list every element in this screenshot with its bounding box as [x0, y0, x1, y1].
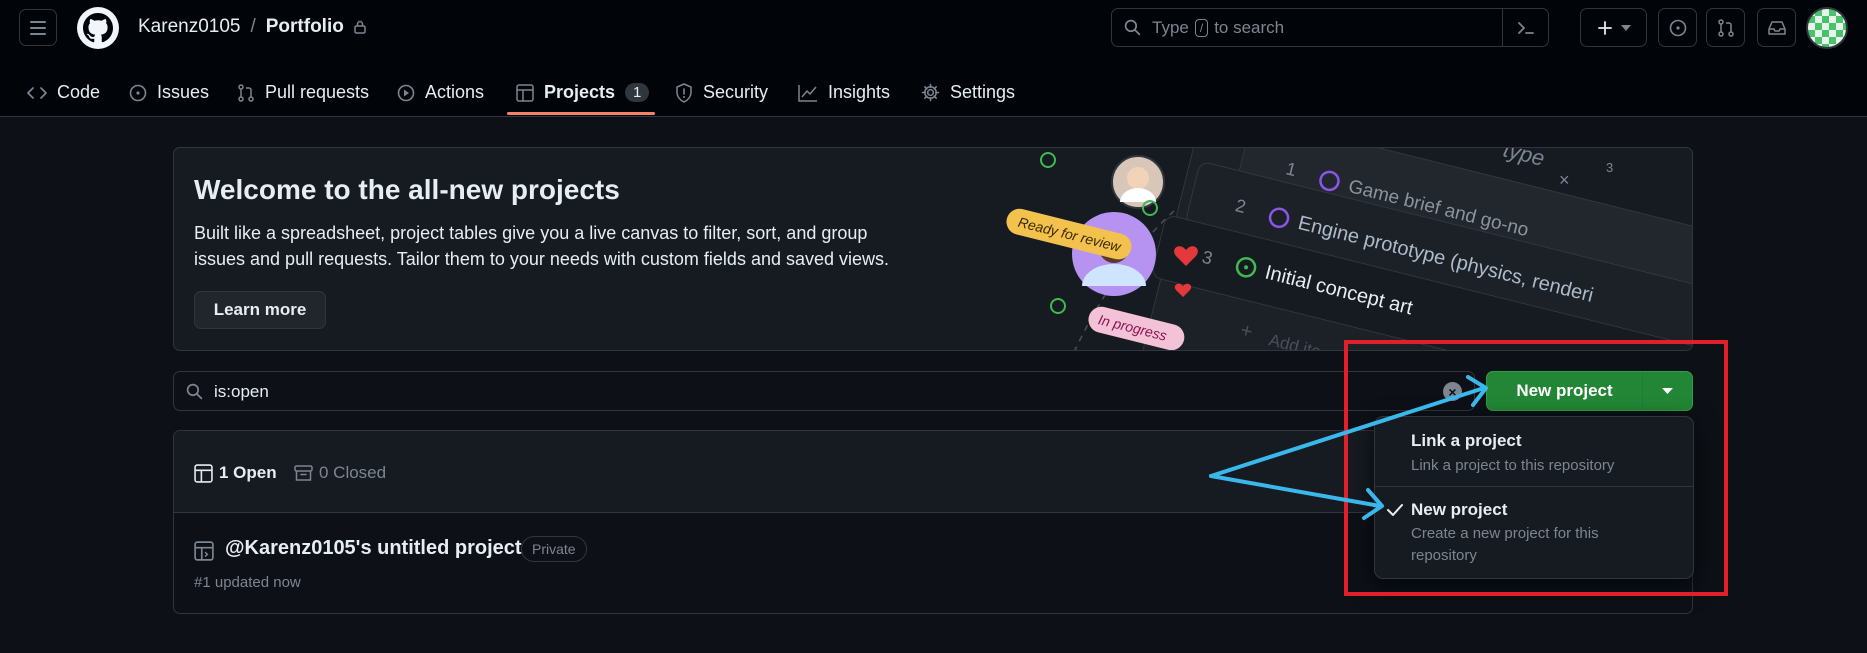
filter-value: is:open [214, 382, 269, 401]
tab-pull-requests[interactable]: Pull requests [237, 68, 369, 117]
tab-label: Code [57, 82, 101, 102]
open-projects-filter[interactable]: 1 Open [194, 463, 277, 483]
pull-request-icon [1717, 18, 1734, 37]
visibility-badge: Private [521, 536, 587, 562]
tab-insights[interactable]: Insights [798, 68, 890, 117]
top-bar: Karenz0105 / Portfolio Type / to search [0, 0, 1867, 56]
svg-text:×: × [1559, 170, 1570, 190]
menu-item-title: Link a project [1411, 431, 1522, 450]
banner-title: Welcome to the all-new projects [194, 174, 620, 205]
breadcrumb-repo-link[interactable]: Portfolio [266, 16, 344, 38]
search-placeholder: Type / to search [1152, 18, 1284, 38]
menu-item-description: Create a new project for this repository [1411, 525, 1599, 564]
menu-item-title: New project [1411, 500, 1508, 519]
issue-icon [1669, 19, 1686, 36]
tab-label: Insights [828, 82, 891, 102]
table-icon [516, 83, 534, 102]
search-placeholder-suffix: to search [1214, 18, 1285, 37]
graph-icon [798, 84, 817, 102]
learn-more-button[interactable]: Learn more [194, 291, 326, 329]
illus-header-fragment: type [1501, 148, 1547, 171]
create-new-button[interactable] [1580, 8, 1647, 47]
tab-projects[interactable]: Projects 1 [516, 68, 650, 117]
issue-icon [129, 84, 147, 101]
projects-count-badge: 1 [625, 83, 650, 102]
plus-icon [1597, 20, 1612, 35]
banner-description: Built like a spreadsheet, project tables… [194, 223, 890, 269]
github-logo-icon[interactable] [77, 7, 119, 49]
breadcrumb: Karenz0105 / Portfolio [138, 16, 366, 38]
tab-actions[interactable]: Actions [397, 68, 484, 117]
chevron-down-icon [1620, 24, 1631, 31]
tab-label: Security [703, 82, 769, 102]
open-count-label: 1 Open [219, 463, 277, 482]
menu-item-description: Link a project to this repository [1411, 457, 1615, 474]
user-avatar[interactable] [1806, 7, 1848, 49]
welcome-banner: Welcome to the all-new projects Built li… [173, 147, 1693, 351]
pull-requests-shortcut-button[interactable] [1706, 8, 1745, 47]
breadcrumb-separator: / [250, 16, 256, 37]
hamburger-menu-button[interactable] [19, 9, 57, 46]
caret-down-icon [1662, 388, 1673, 394]
search-shortcut-key: / [1194, 19, 1209, 37]
search-placeholder-prefix: Type [1152, 18, 1189, 37]
tab-security[interactable]: Security [675, 68, 768, 117]
hamburger-icon [30, 20, 46, 35]
project-title-link[interactable]: @Karenz0105's untitled project [225, 537, 522, 560]
tab-label: Projects [544, 82, 616, 102]
tab-settings[interactable]: Settings [921, 68, 1015, 117]
inbox-icon [1767, 20, 1786, 35]
project-meta: #1 updated now [194, 574, 301, 591]
lock-icon [354, 20, 366, 34]
project-filter-input[interactable]: is:open × [173, 371, 1475, 411]
play-icon [397, 84, 415, 101]
pull-request-icon [238, 83, 254, 102]
menu-item-link-project[interactable]: Link a project Link a project to this re… [1375, 417, 1693, 487]
shield-icon [676, 82, 692, 103]
new-project-dropdown-menu: Link a project Link a project to this re… [1374, 416, 1694, 579]
tab-label: Settings [950, 82, 1016, 102]
command-palette-button[interactable] [1502, 9, 1548, 46]
project-table-icon [194, 541, 214, 561]
code-icon [27, 86, 47, 99]
breadcrumb-owner-link[interactable]: Karenz0105 [138, 16, 240, 38]
search-icon [1124, 19, 1141, 36]
terminal-icon [1517, 21, 1534, 34]
gear-icon [921, 83, 940, 102]
archive-icon [294, 464, 313, 481]
closed-projects-filter[interactable]: 0 Closed [294, 463, 386, 483]
inbox-button[interactable] [1757, 8, 1796, 47]
selected-tab-indicator [507, 112, 655, 115]
check-icon [1387, 504, 1403, 516]
tab-label: Issues [157, 82, 210, 102]
projects-illustration: 1 Game brief and go-no 2 Engine prototyp… [1006, 148, 1692, 350]
tab-issues[interactable]: Issues [129, 68, 209, 117]
repo-header: Karenz0105 / Portfolio Type / to search [0, 0, 1867, 117]
tab-label: Pull requests [265, 82, 370, 102]
closed-count-label: 0 Closed [319, 463, 387, 482]
clear-filter-icon[interactable]: × [1443, 382, 1462, 401]
tab-code[interactable]: Code [27, 68, 100, 117]
new-project-split-button: New project [1486, 371, 1693, 411]
new-project-dropdown-toggle[interactable] [1643, 372, 1692, 410]
repo-nav-tabs: Code Issues Pull requests Actions Projec… [0, 68, 1867, 117]
new-project-button[interactable]: New project [1487, 372, 1643, 410]
tab-label: Actions [425, 82, 485, 102]
table-icon [194, 463, 213, 483]
menu-item-new-project[interactable]: New project Create a new project for thi… [1375, 487, 1693, 580]
illus-header-count: 3 [1606, 160, 1613, 175]
global-search-input[interactable]: Type / to search [1111, 8, 1549, 47]
issues-shortcut-button[interactable] [1658, 8, 1697, 47]
search-icon [186, 383, 203, 400]
